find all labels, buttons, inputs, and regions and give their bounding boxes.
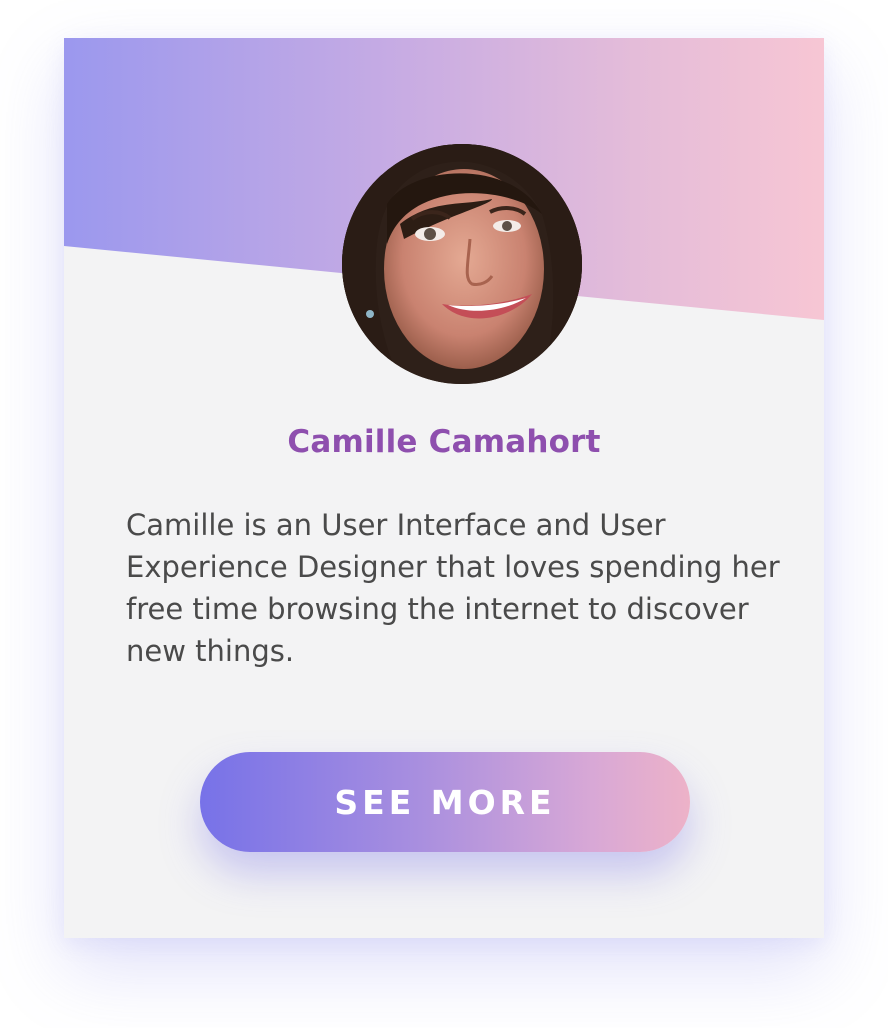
avatar-photo-icon: [342, 144, 582, 384]
see-more-button[interactable]: SEE MORE: [200, 752, 690, 852]
profile-bio: Camille is an User Interface and User Ex…: [126, 508, 780, 668]
profile-card: Camille Camahort Camille is an User Inte…: [64, 38, 824, 938]
avatar: [342, 144, 582, 384]
profile-name: Camille Camahort: [287, 424, 601, 460]
see-more-label: SEE MORE: [334, 782, 556, 822]
